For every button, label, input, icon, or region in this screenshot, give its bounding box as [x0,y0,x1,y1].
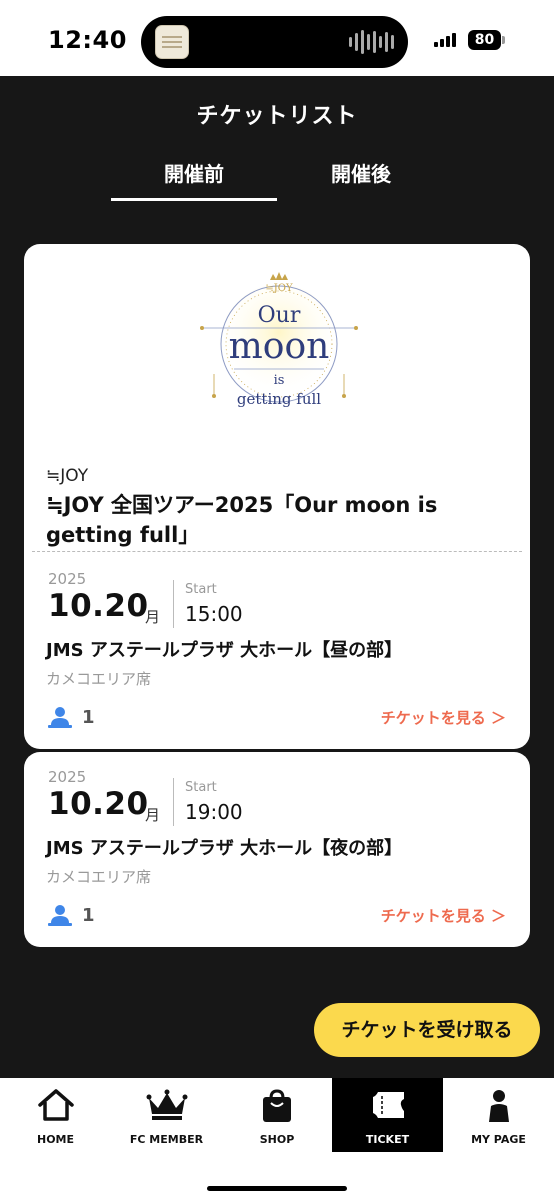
artist-name: ≒JOY [46,466,89,486]
start-time: 15:00 [185,602,243,626]
ticket-count: 1 [82,905,95,926]
venue: JMS アステールプラザ 大ホール【夜の部】 [46,838,403,859]
home-indicator [207,1186,347,1191]
event-title: ≒JOY 全国ツアー2025「Our moon is getting full」 [46,493,438,547]
nav-home[interactable]: HOME [0,1078,111,1152]
ticket-icon [368,1088,408,1126]
view-ticket-link[interactable]: チケットを見る ＞ [381,905,506,926]
nav-label: FC MEMBER [129,1133,204,1146]
svg-text:getting full: getting full [237,390,321,408]
nav-label: HOME [36,1133,75,1146]
nav-fc-member[interactable]: FC MEMBER [111,1078,222,1152]
person-icon [46,705,76,729]
svg-text:moon: moon [229,326,330,367]
audio-waveform-icon [349,29,394,55]
event-month: 月 [145,806,161,824]
seat-type: カメコエリア席 [46,670,152,688]
home-icon [37,1088,75,1126]
svg-text:Our: Our [258,303,301,328]
ticket-count: 1 [82,707,95,728]
shopping-bag-icon [260,1088,294,1128]
event-entry: 2025 10.20 月 Start 19:00 JMS アステールプラザ 大ホ… [24,764,530,944]
start-label: Start [185,582,217,597]
event-entry: 2025 10.20 月 Start 15:00 JMS アステールプラザ 大ホ… [24,566,530,746]
tab-after-event[interactable]: 開催後 [278,158,444,187]
event-month: 月 [145,608,161,626]
nav-shop[interactable]: SHOP [222,1078,332,1152]
venue: JMS アステールプラザ 大ホール【昼の部】 [46,640,403,661]
svg-text:≒JOY: ≒JOY [265,283,293,294]
tour-logo: ≒JOY Our moon is getting full [194,266,364,422]
divider [173,778,174,826]
now-playing-artwork [155,25,189,59]
dynamic-island[interactable] [141,16,408,68]
bottom-navigation: HOME FC MEMBER SHOP TICKET MY PAGE [0,1078,554,1200]
receive-ticket-button[interactable]: チケットを受け取る [314,1003,540,1057]
event-date: 10.20 [48,588,149,624]
nav-ticket[interactable]: TICKET [332,1078,443,1152]
nav-label: TICKET [365,1133,410,1146]
event-year: 2025 [48,570,87,588]
view-ticket-link[interactable]: チケットを見る ＞ [381,707,506,728]
nav-my-page[interactable]: MY PAGE [443,1078,554,1152]
nav-label: SHOP [259,1133,295,1146]
divider [173,580,174,628]
battery-icon: 80 [468,30,501,50]
crown-icon [146,1088,188,1126]
start-label: Start [185,780,217,795]
person-icon [46,903,76,927]
page-title: チケットリスト [196,104,358,129]
active-tab-indicator [111,198,277,201]
seat-type: カメコエリア席 [46,868,152,886]
status-time: 12:40 [48,26,127,54]
battery-cap [502,36,505,44]
nav-label: MY PAGE [471,1133,526,1146]
svg-text:is: is [274,373,285,388]
start-time: 19:00 [185,800,243,824]
status-bar: 12:40 80 [0,0,554,76]
event-year: 2025 [48,768,87,786]
ticket-card[interactable]: ≒JOY Our moon is getting full ≒JOY ≒JOY … [24,244,530,749]
person-icon [482,1088,516,1128]
divider [32,551,522,552]
event-date: 10.20 [48,786,149,822]
ticket-card[interactable]: 2025 10.20 月 Start 19:00 JMS アステールプラザ 大ホ… [24,752,530,947]
signal-icon [434,33,456,47]
tab-before-event[interactable]: 開催前 [111,158,277,187]
